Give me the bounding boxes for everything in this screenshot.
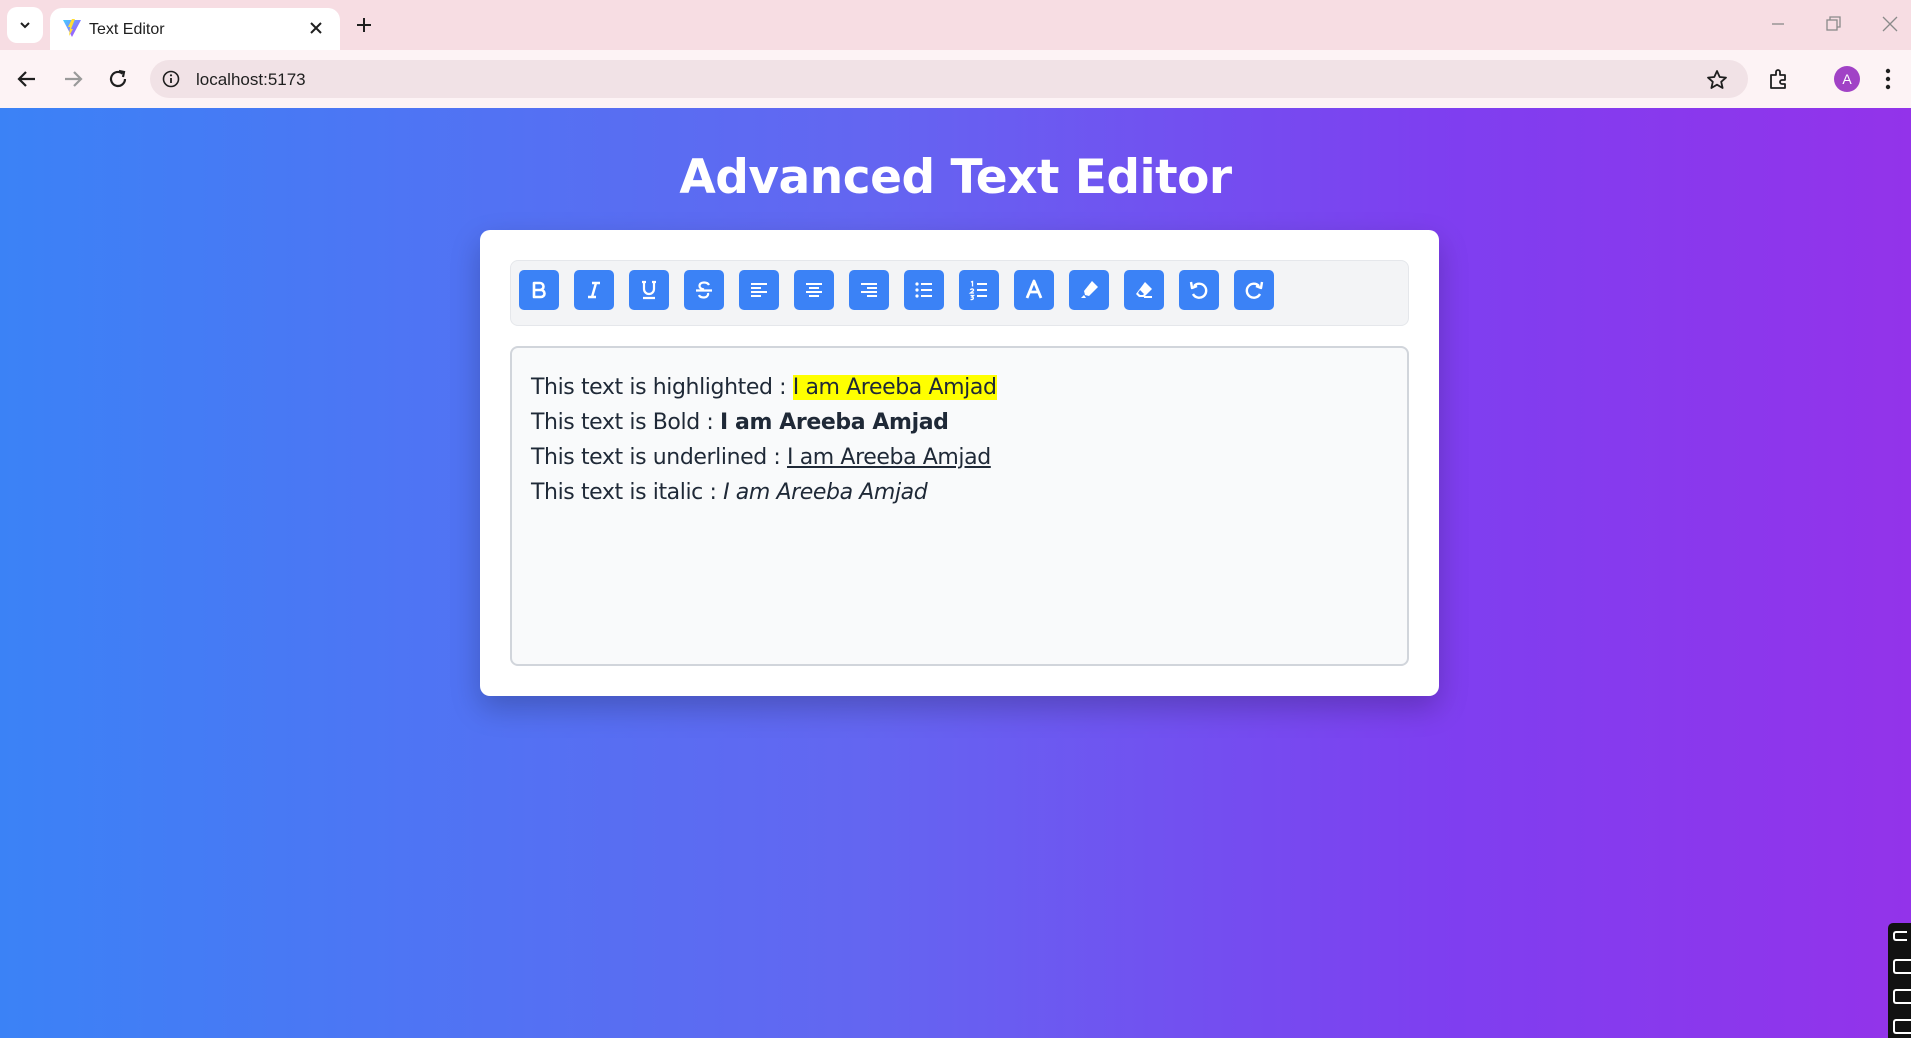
bold-icon (532, 281, 546, 299)
address-bar[interactable]: localhost:5173 (150, 60, 1748, 98)
align-right-button[interactable] (849, 270, 889, 310)
reload-icon[interactable] (105, 66, 131, 92)
close-window-icon[interactable] (1880, 14, 1900, 34)
highlight-button[interactable] (1069, 270, 1109, 310)
widget-camera-icon (1893, 931, 1907, 941)
clear-format-button[interactable] (1124, 270, 1164, 310)
restore-icon[interactable] (1823, 14, 1843, 34)
bold-button[interactable] (519, 270, 559, 310)
bookmark-star-icon[interactable] (1706, 69, 1728, 91)
floating-side-widget[interactable] (1888, 923, 1911, 1038)
widget-panel-icon (1893, 1019, 1911, 1034)
align-left-icon (751, 283, 767, 297)
line-label: This text is underlined : (531, 445, 788, 470)
italic-text: I am Areeba Amjad (723, 480, 928, 505)
browser-menu-icon[interactable] (1884, 67, 1892, 91)
highlighter-icon (1081, 281, 1098, 298)
redo-button[interactable] (1234, 270, 1274, 310)
widget-window-icon (1893, 959, 1911, 974)
back-icon[interactable] (14, 66, 40, 92)
forward-icon[interactable] (60, 66, 86, 92)
highlighted-text: I am Areeba Amjad (792, 375, 997, 400)
line-label: This text is highlighted : (531, 375, 793, 400)
page-background: Advanced Text Editor This text is highli… (0, 108, 1911, 1038)
numbered-list-icon (968, 280, 987, 301)
line-label: This text is Bold : (531, 410, 720, 435)
text-editor-area[interactable]: This text is highlighted : I am Areeba A… (510, 346, 1409, 666)
eraser-icon (1136, 282, 1152, 298)
browser-tab[interactable]: Text Editor (50, 8, 340, 50)
font-color-button[interactable] (1014, 270, 1054, 310)
editor-line-italic: This text is italic : I am Areeba Amjad (531, 475, 1388, 510)
strikethrough-icon (696, 281, 712, 299)
site-info-icon[interactable] (162, 70, 180, 88)
strikethrough-button[interactable] (684, 270, 724, 310)
tab-close-icon[interactable] (308, 20, 324, 36)
minimize-icon[interactable] (1768, 14, 1788, 34)
new-tab-icon[interactable] (350, 11, 378, 39)
extensions-icon[interactable] (1767, 67, 1791, 91)
editor-line-underline: This text is underlined : I am Areeba Am… (531, 440, 1388, 475)
numbered-list-button[interactable] (959, 270, 999, 310)
editor-line-highlight: This text is highlighted : I am Areeba A… (531, 370, 1388, 405)
align-right-icon (861, 283, 877, 297)
align-left-button[interactable] (739, 270, 779, 310)
formatting-toolbar (510, 260, 1409, 326)
undo-icon (1189, 281, 1208, 299)
chevron-down-icon (20, 22, 30, 29)
underline-icon (642, 280, 656, 300)
bullet-list-icon (915, 282, 932, 298)
widget-screen-icon (1893, 989, 1911, 1004)
italic-icon (588, 281, 600, 299)
editor-line-bold: This text is Bold : I am Areeba Amjad (531, 405, 1388, 440)
italic-button[interactable] (574, 270, 614, 310)
url-text: localhost:5173 (196, 70, 306, 89)
bullet-list-button[interactable] (904, 270, 944, 310)
tab-search-button[interactable] (7, 7, 43, 43)
undo-button[interactable] (1179, 270, 1219, 310)
underlined-text: I am Areeba Amjad (787, 445, 991, 470)
vite-favicon-icon (63, 19, 81, 37)
line-label: This text is italic : (531, 480, 724, 505)
browser-tab-bar: Text Editor (0, 0, 1911, 50)
align-center-button[interactable] (794, 270, 834, 310)
bold-text: I am Areeba Amjad (719, 410, 949, 435)
editor-card: This text is highlighted : I am Areeba A… (480, 230, 1439, 696)
page-title: Advanced Text Editor (679, 150, 1232, 205)
underline-button[interactable] (629, 270, 669, 310)
redo-icon (1245, 281, 1264, 299)
profile-avatar[interactable]: A (1834, 66, 1860, 92)
align-center-icon (806, 283, 822, 297)
tab-title: Text Editor (89, 21, 165, 38)
font-color-icon (1025, 279, 1043, 299)
